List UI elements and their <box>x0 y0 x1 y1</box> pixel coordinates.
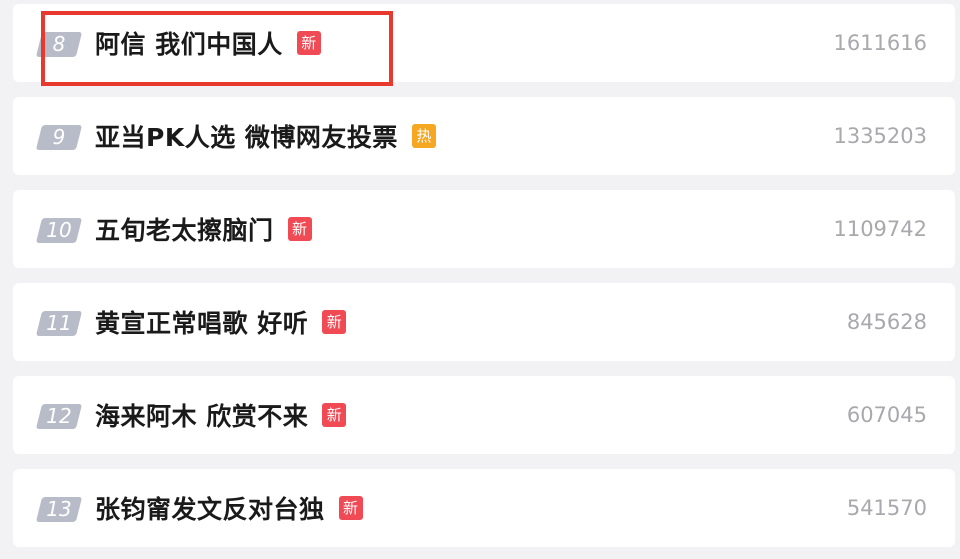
new-tag: 新 <box>322 403 347 427</box>
hot-search-row[interactable]: 10 五旬老太擦脑门 新 1109742 <box>13 190 955 268</box>
topic-title[interactable]: 海来阿木 欣赏不来 <box>95 397 308 433</box>
rank-number: 13 <box>46 497 72 521</box>
heat-count: 1109742 <box>833 217 927 241</box>
hot-search-row[interactable]: 8 阿信 我们中国人 新 1611616 <box>13 4 955 82</box>
new-tag: 新 <box>322 310 347 334</box>
hot-tag: 热 <box>411 124 436 148</box>
hot-search-row[interactable]: 12 海来阿木 欣赏不来 新 607045 <box>13 376 955 454</box>
new-tag: 新 <box>287 217 312 241</box>
rank-number: 10 <box>46 218 72 242</box>
hot-search-list: 8 阿信 我们中国人 新 1611616 9 亚当PK人选 微博网友投票 热 1… <box>0 0 960 559</box>
topic-title[interactable]: 亚当PK人选 微博网友投票 <box>95 118 398 154</box>
title-group: 黄宣正常唱歌 好听 新 <box>95 283 347 361</box>
title-group: 亚当PK人选 微博网友投票 热 <box>95 97 436 175</box>
rank-number: 9 <box>52 125 66 149</box>
new-tag: 新 <box>296 31 321 55</box>
rank-badge: 11 <box>35 311 83 336</box>
heat-count: 1611616 <box>833 31 927 55</box>
rank-badge: 13 <box>35 497 83 522</box>
hot-search-row[interactable]: 11 黄宣正常唱歌 好听 新 845628 <box>13 283 955 361</box>
title-group: 海来阿木 欣赏不来 新 <box>95 376 347 454</box>
rank-badge: 9 <box>35 125 83 150</box>
rank-badge: 8 <box>35 32 83 57</box>
heat-count: 607045 <box>846 403 927 427</box>
rank-number: 12 <box>46 404 72 428</box>
topic-title[interactable]: 阿信 我们中国人 <box>95 25 283 61</box>
rank-badge: 10 <box>35 218 83 243</box>
rank-number: 11 <box>46 311 72 335</box>
heat-count: 541570 <box>846 496 927 520</box>
topic-title[interactable]: 黄宣正常唱歌 好听 <box>95 304 308 340</box>
hot-search-row[interactable]: 9 亚当PK人选 微博网友投票 热 1335203 <box>13 97 955 175</box>
heat-count: 845628 <box>846 310 927 334</box>
title-group: 阿信 我们中国人 新 <box>95 4 321 82</box>
rank-number: 8 <box>52 32 66 56</box>
rank-badge: 12 <box>35 404 83 429</box>
title-group: 五旬老太擦脑门 新 <box>95 190 312 268</box>
new-tag: 新 <box>338 496 363 520</box>
heat-count: 1335203 <box>833 124 927 148</box>
hot-search-row[interactable]: 13 张钧甯发文反对台独 新 541570 <box>13 469 955 547</box>
topic-title[interactable]: 张钧甯发文反对台独 <box>95 490 325 526</box>
topic-title[interactable]: 五旬老太擦脑门 <box>95 211 274 247</box>
title-group: 张钧甯发文反对台独 新 <box>95 469 363 547</box>
